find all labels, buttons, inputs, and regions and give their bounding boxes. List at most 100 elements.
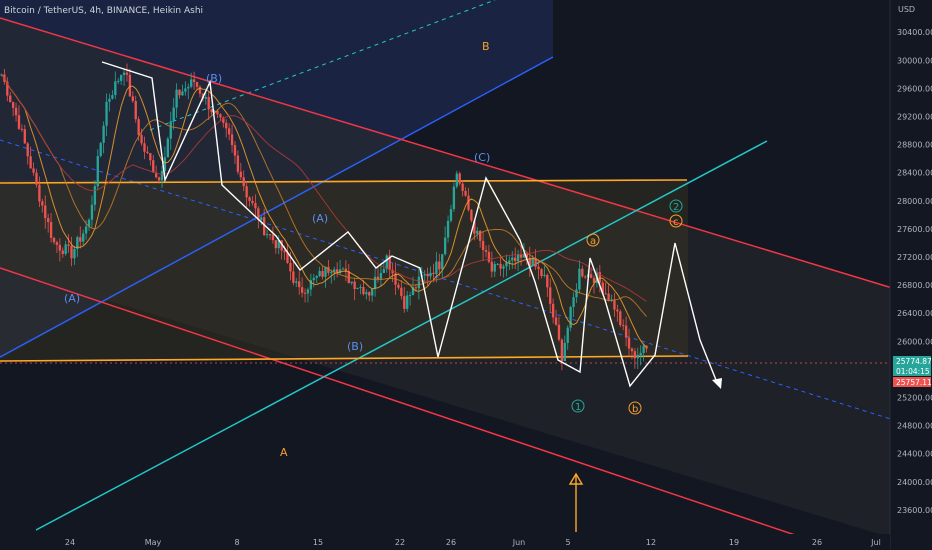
wave-label-A-paren-1: (A) (64, 292, 80, 305)
chart-stage: (A) (B) (A) (B) (C) A B a b c 1 2 30400. (0, 0, 932, 550)
candle-body (353, 281, 356, 290)
time-tick-label: 24 (65, 538, 75, 547)
candle-body (566, 327, 569, 343)
candle-body (29, 156, 32, 169)
price-chart[interactable]: (A) (B) (A) (B) (C) A B a b c 1 2 30400. (0, 0, 932, 550)
candle-body (298, 281, 301, 288)
candle-body (630, 348, 634, 352)
wave-label-big-B: B (482, 40, 490, 53)
candle-body (446, 220, 450, 238)
candle-body (160, 170, 164, 181)
candle-body (169, 121, 172, 139)
candle-body (134, 101, 137, 120)
candle-body (73, 248, 76, 259)
candle-body (426, 273, 429, 277)
candle-body (289, 262, 292, 272)
candle-body (557, 324, 561, 340)
svg-text:c: c (673, 217, 679, 228)
price-tick-label: 24000.00 (897, 478, 932, 487)
time-tick-label: May (145, 538, 162, 547)
candle-body (417, 276, 421, 289)
candle-body (551, 303, 555, 318)
price-tick-label: 30000.00 (897, 56, 932, 65)
candle-body (38, 184, 41, 202)
candle-body (578, 268, 581, 290)
candle-body (616, 309, 619, 312)
candle-body (58, 244, 62, 251)
price-tick-label: 23600.00 (897, 506, 932, 515)
candle-body (306, 289, 310, 294)
candle-body (493, 263, 496, 272)
candle-body (128, 74, 132, 97)
candle-body (82, 233, 85, 242)
candle-body (508, 260, 511, 263)
candle-body (233, 145, 237, 156)
candle-body (149, 153, 152, 161)
candle-body (452, 186, 456, 210)
svg-text:2: 2 (673, 202, 679, 213)
candle-body (414, 287, 418, 289)
candle-body (356, 287, 359, 290)
candle-body (242, 177, 245, 187)
candle-body (429, 272, 432, 277)
candle-body (20, 128, 24, 130)
currency-label: USD (898, 5, 915, 14)
candle-body (554, 317, 558, 325)
candle-body (49, 222, 53, 238)
candle-body (341, 268, 345, 270)
candle-body (368, 292, 371, 296)
candle-body (190, 79, 193, 87)
price-tick-label: 28000.00 (897, 197, 932, 206)
candle-body (251, 200, 254, 204)
candle-body (382, 269, 386, 273)
time-tick-label: 8 (234, 538, 239, 547)
candle-body (46, 218, 50, 223)
candle-body (64, 244, 67, 254)
candle-body (636, 354, 639, 359)
candle-body (432, 272, 435, 275)
candle-body (84, 226, 88, 234)
candle-body (373, 276, 377, 289)
time-tick-label: 15 (313, 538, 323, 547)
candle-body (11, 102, 15, 108)
candle-body (443, 237, 447, 255)
candle-body (627, 337, 631, 349)
candle-body (514, 257, 517, 262)
candle-body (549, 287, 552, 304)
candle-body (90, 204, 94, 220)
candle-body (441, 254, 444, 270)
candle-body (464, 190, 467, 196)
candle-body (370, 288, 374, 296)
candle-body (622, 325, 625, 327)
time-tick-label: 22 (395, 538, 405, 547)
price-badge-label: 25757.11 (896, 378, 932, 387)
candle-body (41, 201, 44, 206)
candle-body (589, 274, 593, 279)
candle-body (131, 96, 134, 102)
candle-body (230, 134, 234, 146)
candle-body (102, 125, 105, 143)
candle-body (140, 135, 143, 144)
candle-body (481, 240, 485, 250)
time-tick-label: 12 (646, 538, 656, 547)
candle-body (245, 186, 248, 198)
candle-body (318, 271, 321, 277)
candle-body (32, 168, 35, 173)
candle-body (105, 101, 108, 126)
price-axis-panel[interactable] (890, 0, 932, 550)
candle-body (14, 107, 18, 116)
candle-body (458, 173, 461, 184)
candle-body (624, 325, 628, 338)
candle-body (400, 287, 403, 297)
candle-body (584, 276, 587, 278)
candle-body (362, 287, 365, 295)
candle-body (499, 263, 502, 269)
candle-body (423, 273, 426, 276)
candle-body (324, 266, 327, 277)
candle-body (330, 272, 333, 274)
candle-body (403, 296, 406, 309)
candle-body (490, 261, 494, 272)
candle-body (385, 255, 388, 270)
candle-body (438, 261, 441, 270)
candle-body (540, 269, 543, 276)
